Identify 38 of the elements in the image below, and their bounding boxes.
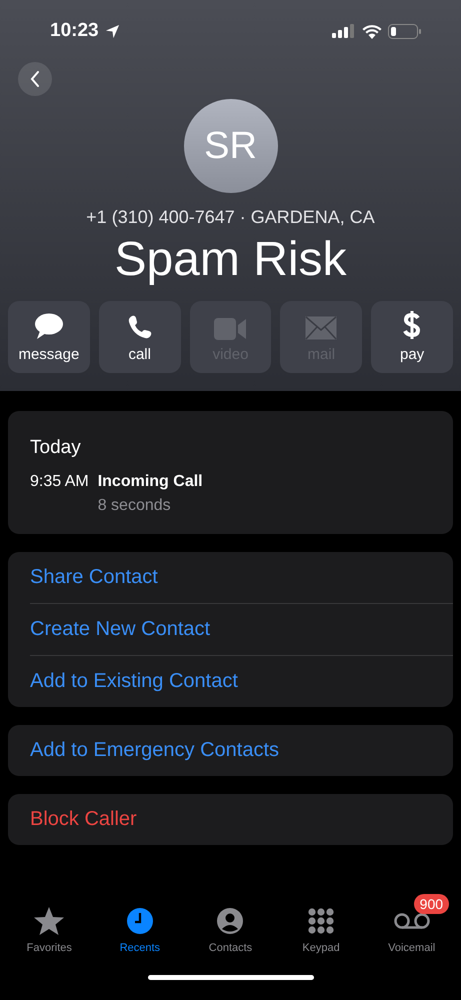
- envelope-icon: [305, 316, 338, 340]
- contact-name: Spam Risk: [113, 234, 348, 287]
- call-type: Incoming Call: [98, 472, 203, 491]
- tab-item[interactable]: Keypad: [281, 892, 362, 954]
- call-button[interactable]: call: [98, 300, 181, 373]
- signal-icon: [332, 24, 354, 38]
- chevron-left-icon: [30, 70, 40, 88]
- avatar: SR: [184, 99, 278, 193]
- keypad-icon: [308, 908, 334, 934]
- tab-item[interactable]: Recents: [100, 892, 180, 954]
- location-arrow-icon: [104, 24, 120, 38]
- tab-item[interactable]: Favorites: [9, 892, 90, 954]
- voicemail-icon: [394, 913, 430, 929]
- phone-location: +1 (310) 400-7647 · GARDENA, CA: [85, 207, 376, 228]
- tab-item[interactable]: 900 Voicemail: [372, 892, 452, 954]
- speech-bubble-icon: [34, 312, 64, 340]
- phone-icon: [126, 314, 153, 340]
- video-camera-icon: [214, 318, 246, 340]
- call-duration: 8 seconds: [98, 496, 172, 515]
- pay-button[interactable]: pay: [371, 300, 453, 373]
- call-date-heading: Today: [30, 436, 82, 459]
- person-circle-icon: [216, 907, 244, 935]
- call-time: 9:35 AM: [30, 472, 89, 492]
- status-time: 10:23: [50, 20, 99, 42]
- dollar-sign-icon: [402, 310, 422, 340]
- option-link[interactable]: Add to Emergency Contacts: [8, 724, 453, 776]
- battery-icon: [388, 24, 421, 38]
- notification-badge: 900: [414, 894, 450, 914]
- option-link[interactable]: Add to Existing Contact: [8, 656, 453, 707]
- tab-item[interactable]: Contacts: [190, 892, 270, 954]
- star-icon: [34, 907, 64, 935]
- option-link[interactable]: Create New Contact: [8, 604, 453, 655]
- clock-icon: [126, 907, 154, 935]
- option-link[interactable]: Share Contact: [8, 552, 453, 603]
- back-button[interactable]: [18, 62, 52, 96]
- message-button[interactable]: message: [8, 300, 90, 373]
- wifi-icon: [362, 24, 382, 38]
- option-link[interactable]: Block Caller: [8, 794, 453, 845]
